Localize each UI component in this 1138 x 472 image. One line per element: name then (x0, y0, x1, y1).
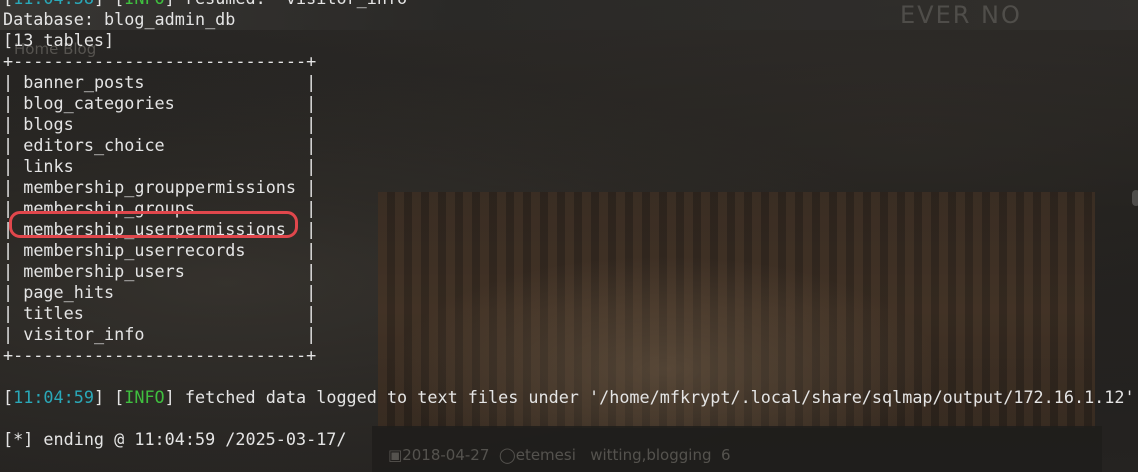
table-row: | links | (3, 156, 1135, 177)
table-name: membership_users (23, 261, 185, 281)
table-pipe: | (164, 135, 317, 155)
table-name: editors_choice (23, 135, 165, 155)
table-row: | membership_userrecords | (3, 240, 1135, 261)
table-pipe: | (296, 177, 317, 197)
table-pipe: | (83, 303, 317, 323)
terminal-line-resumed: [11:04:58] [INFO] resumed: 'visitor_info… (3, 0, 1135, 9)
table-pipe: | (3, 240, 24, 260)
table-pipe: | (3, 135, 24, 155)
table-pipe: | (114, 282, 317, 302)
table-row: | visitor_info | (3, 324, 1135, 345)
table-name: page_hits (23, 282, 115, 302)
info-tag: INFO (124, 0, 164, 8)
ending-line: [*] ending @ 11:04:59 /2025-03-17/ (3, 429, 347, 449)
table-list: | banner_posts | | blog_categories | | blo… (3, 72, 1135, 345)
table-row: | banner_posts | (3, 72, 1135, 93)
table-pipe: | (3, 282, 24, 302)
table-name: membership_grouppermissions (23, 177, 297, 197)
table-name: blogs (23, 114, 74, 134)
highlight-circle (9, 211, 298, 238)
table-row: | blogs | (3, 114, 1135, 135)
table-row: | membership_grouppermissions | (3, 177, 1135, 198)
table-name: banner_posts (23, 72, 145, 92)
timestamp: 11:04:59 (13, 387, 94, 407)
table-border-bottom: +-----------------------------+ (3, 345, 317, 365)
info-tag: INFO (124, 387, 165, 407)
table-name: blog_categories (23, 93, 175, 113)
table-pipe: | (3, 324, 24, 344)
table-name: visitor_info (23, 324, 145, 344)
table-pipe: | (3, 93, 24, 113)
table-name: titles (23, 303, 84, 323)
table-pipe: | (3, 114, 24, 134)
table-pipe: | (3, 303, 24, 323)
table-row: | page_hits | (3, 282, 1135, 303)
log-message: resumed: 'visitor_info' (185, 0, 417, 8)
log-message: fetched data logged to text files under … (184, 387, 1135, 407)
table-row: | blog_categories | (3, 93, 1135, 114)
table-pipe: | (184, 261, 317, 281)
table-count: [13 tables] (3, 30, 115, 50)
timestamp: 11:04:58 (13, 0, 94, 8)
table-name: membership_userrecords (23, 240, 246, 260)
table-pipe: | (174, 93, 317, 113)
table-pipe: | (3, 72, 24, 92)
table-row: | titles | (3, 303, 1135, 324)
table-pipe: | (3, 156, 24, 176)
table-pipe: | (144, 72, 317, 92)
table-border-top: +-----------------------------+ (3, 51, 317, 71)
table-pipe: | (73, 156, 317, 176)
table-row: | editors_choice | (3, 135, 1135, 156)
table-pipe: | (144, 324, 317, 344)
database-line: Database: blog_admin_db (3, 9, 236, 29)
table-name: links (23, 156, 74, 176)
table-row: | membership_users | (3, 261, 1135, 282)
table-pipe: | (3, 177, 24, 197)
terminal-line-fetched: [11:04:59] [INFO] fetched data logged to… (3, 387, 1135, 407)
table-pipe: | (245, 240, 317, 260)
table-pipe: | (3, 261, 24, 281)
table-pipe: | (73, 114, 317, 134)
